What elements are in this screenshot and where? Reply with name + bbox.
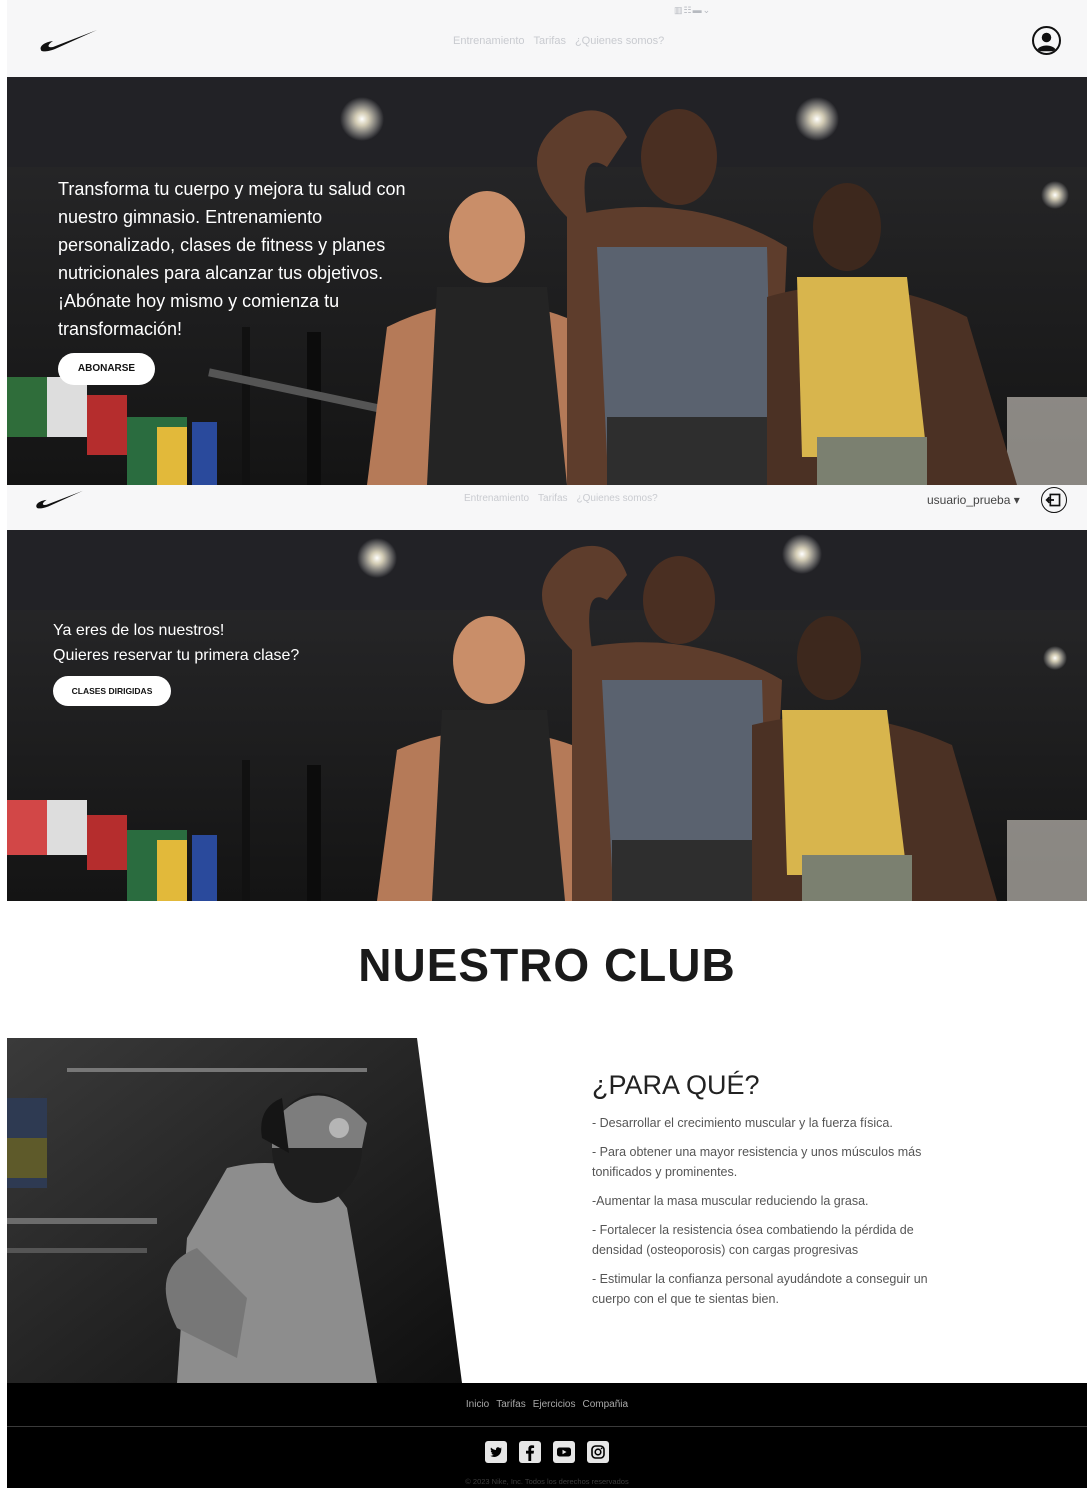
user-account-icon[interactable] xyxy=(1032,26,1061,55)
footer-link-inicio[interactable]: Inicio xyxy=(466,1399,489,1410)
hero-banner: Transforma tu cuerpo y mejora tu salud c… xyxy=(7,77,1087,485)
benefit-item: - Desarrollar el crecimiento muscular y … xyxy=(592,1116,893,1130)
footer-link-ejercicios[interactable]: Ejercicios xyxy=(533,1399,576,1410)
youtube-icon[interactable] xyxy=(553,1441,575,1463)
navbar-toggler[interactable]: ▥☷▬⌄ xyxy=(674,5,711,16)
nav-links: Entrenamiento Tarifas ¿Quienes somos? xyxy=(464,493,658,504)
nav-link-quienes-somos[interactable]: ¿Quienes somos? xyxy=(575,35,664,47)
instagram-icon[interactable] xyxy=(587,1441,609,1463)
facebook-icon[interactable] xyxy=(519,1441,541,1463)
footer-link-compania[interactable]: Compañia xyxy=(583,1399,629,1410)
club-photo xyxy=(7,1038,467,1383)
hero-line-1: Ya eres de los nuestros! xyxy=(53,622,225,639)
nav-link-quienes-somos[interactable]: ¿Quienes somos? xyxy=(577,493,658,504)
nav-link-entrenamiento[interactable]: Entrenamiento xyxy=(464,493,529,504)
nike-logo-icon[interactable] xyxy=(35,489,83,509)
navbar-top: Entrenamiento Tarifas ¿Quienes somos? ▥☷… xyxy=(7,0,1087,77)
user-dropdown[interactable]: usuario_prueba ▾ xyxy=(927,493,1020,507)
benefit-item: -Aumentar la masa muscular reduciendo la… xyxy=(592,1194,869,1208)
footer-divider xyxy=(7,1426,1087,1427)
nav-link-tarifas[interactable]: Tarifas xyxy=(534,35,566,47)
hero-photo xyxy=(7,530,1087,901)
club-benefits: ¿PARA QUÉ? - Desarrollar el crecimiento … xyxy=(592,1070,937,1318)
section-title: NUESTRO CLUB xyxy=(358,939,736,991)
social-links xyxy=(7,1441,1087,1463)
copyright: © 2023 Nike, Inc. Todos los derechos res… xyxy=(465,1477,629,1486)
benefit-item: - Fortalecer la resistencia ósea combati… xyxy=(592,1223,914,1257)
nav-link-tarifas[interactable]: Tarifas xyxy=(538,493,567,504)
twitter-icon[interactable] xyxy=(485,1441,507,1463)
benefits-heading: ¿PARA QUÉ? xyxy=(592,1070,760,1100)
footer-links: Inicio Tarifas Ejercicios Compañia xyxy=(7,1399,1087,1410)
logout-icon[interactable] xyxy=(1041,487,1067,513)
benefit-item: - Estimular la confianza personal ayudán… xyxy=(592,1272,928,1306)
nike-logo-icon[interactable] xyxy=(39,28,97,52)
hero-text: Ya eres de los nuestros! Quieres reserva… xyxy=(53,618,333,668)
benefit-item: - Para obtener una mayor resistencia y u… xyxy=(592,1145,922,1179)
footer-link-tarifas[interactable]: Tarifas xyxy=(496,1399,525,1410)
hero-banner-logged-in: Ya eres de los nuestros! Quieres reserva… xyxy=(7,530,1087,901)
nav-link-entrenamiento[interactable]: Entrenamiento xyxy=(453,35,525,47)
navbar-logged-in: Entrenamiento Tarifas ¿Quienes somos? us… xyxy=(7,485,1087,530)
abonarse-button[interactable]: ABONARSE xyxy=(58,353,155,385)
hero-line-2: Quieres reservar tu primera clase? xyxy=(53,647,300,664)
hero-text: Transforma tu cuerpo y mejora tu salud c… xyxy=(58,179,406,339)
nav-links: Entrenamiento Tarifas ¿Quienes somos? xyxy=(453,35,664,47)
clases-dirigidas-button[interactable]: CLASES DIRIGIDAS xyxy=(53,676,171,706)
footer: Inicio Tarifas Ejercicios Compañia © 202… xyxy=(7,1383,1087,1488)
